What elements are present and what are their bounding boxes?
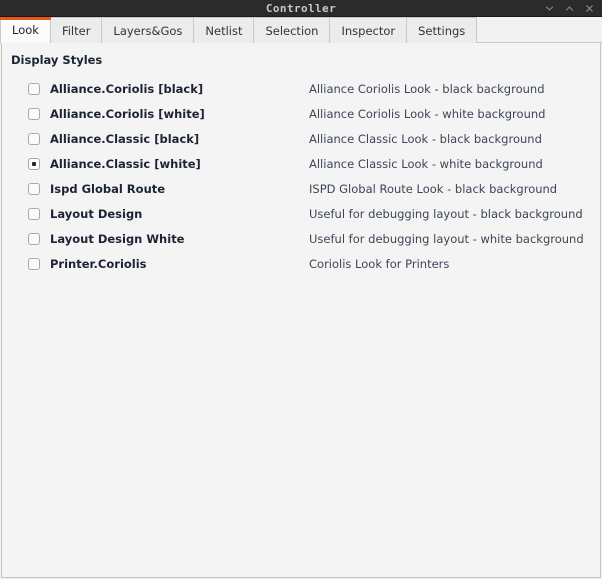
radio-cell <box>2 182 50 195</box>
radio-cell <box>2 232 50 245</box>
radio-cell <box>2 132 50 145</box>
radio-alliance-coriolis-black[interactable] <box>28 82 40 95</box>
tab-netlist-label: Netlist <box>205 23 243 38</box>
tab-bar: Look Filter Layers&Gos Netlist Selection… <box>0 17 602 43</box>
style-label: Printer.Coriolis <box>50 256 147 271</box>
tab-inspector[interactable]: Inspector <box>330 17 408 43</box>
minimize-button[interactable] <box>540 1 558 16</box>
display-styles-heading: Display Styles <box>11 53 103 67</box>
style-description: Alliance Classic Look - black background <box>309 131 542 146</box>
style-option-row[interactable]: Alliance.Classic [black] Alliance Classi… <box>2 126 600 151</box>
tab-look-label: Look <box>12 23 39 37</box>
tab-filter[interactable]: Filter <box>50 17 103 43</box>
style-option-row[interactable]: Ispd Global Route ISPD Global Route Look… <box>2 176 600 201</box>
style-description: Coriolis Look for Printers <box>309 256 450 271</box>
style-description: Useful for debugging layout - black back… <box>309 206 583 221</box>
style-option-row[interactable]: Printer.Coriolis Coriolis Look for Print… <box>2 251 600 276</box>
style-option-row[interactable]: Alliance.Coriolis [white] Alliance Corio… <box>2 101 600 126</box>
tab-layers-gos-label: Layers&Gos <box>113 23 183 38</box>
radio-alliance-classic-black[interactable] <box>28 132 40 145</box>
controller-window: Controller Look Filter Layers&Gos Netlis… <box>0 0 602 579</box>
style-label: Alliance.Coriolis [black] <box>50 81 204 96</box>
style-label: Alliance.Coriolis [white] <box>50 106 205 121</box>
close-button[interactable] <box>580 1 598 16</box>
radio-ispd-global-route[interactable] <box>28 182 40 195</box>
window-titlebar: Controller <box>0 0 602 17</box>
style-option-row[interactable]: Alliance.Classic [white] Alliance Classi… <box>2 151 600 176</box>
tab-settings[interactable]: Settings <box>407 17 478 43</box>
style-label: Alliance.Classic [white] <box>50 156 201 171</box>
style-label: Layout Design White <box>50 231 185 246</box>
window-title: Controller <box>265 1 337 15</box>
radio-cell <box>2 82 50 95</box>
radio-cell <box>2 107 50 120</box>
tab-filter-label: Filter <box>61 23 91 38</box>
radio-layout-design-white[interactable] <box>28 232 40 245</box>
style-description: Alliance Coriolis Look - black backgroun… <box>309 81 545 96</box>
radio-alliance-classic-white[interactable] <box>28 157 40 170</box>
style-description: ISPD Global Route Look - black backgroun… <box>309 181 558 196</box>
style-label: Alliance.Classic [black] <box>50 131 200 146</box>
radio-cell <box>2 207 50 220</box>
tab-layers-gos[interactable]: Layers&Gos <box>102 17 195 43</box>
radio-cell <box>2 257 50 270</box>
tab-inspector-label: Inspector <box>341 23 396 38</box>
radio-printer-coriolis[interactable] <box>28 257 40 270</box>
tab-selection-label: Selection <box>265 23 319 38</box>
style-option-row[interactable]: Layout Design White Useful for debugging… <box>2 226 600 251</box>
window-controls <box>540 0 598 16</box>
style-label: Layout Design <box>50 206 143 221</box>
display-styles-radio-group: Alliance.Coriolis [black] Alliance Corio… <box>2 76 600 276</box>
radio-alliance-coriolis-white[interactable] <box>28 107 40 120</box>
tab-settings-label: Settings <box>418 23 466 38</box>
style-label: Ispd Global Route <box>50 181 166 196</box>
style-description: Alliance Classic Look - white background <box>309 156 543 171</box>
style-description: Useful for debugging layout - white back… <box>309 231 584 246</box>
tab-look[interactable]: Look <box>0 17 51 43</box>
tab-selection[interactable]: Selection <box>254 17 331 43</box>
radio-cell <box>2 157 50 170</box>
tab-netlist[interactable]: Netlist <box>194 17 255 43</box>
look-tab-panel: Display Styles Alliance.Coriolis [black]… <box>1 43 601 578</box>
maximize-button[interactable] <box>560 1 578 16</box>
tab-bar-filler <box>477 17 602 43</box>
style-option-row[interactable]: Layout Design Useful for debugging layou… <box>2 201 600 226</box>
style-option-row[interactable]: Alliance.Coriolis [black] Alliance Corio… <box>2 76 600 101</box>
style-description: Alliance Coriolis Look - white backgroun… <box>309 106 546 121</box>
radio-layout-design[interactable] <box>28 207 40 220</box>
